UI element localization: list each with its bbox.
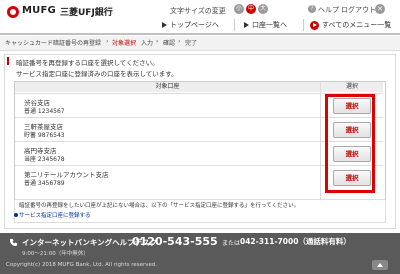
nav-divider — [234, 19, 235, 31]
phone-or-label: または — [222, 240, 241, 247]
font-size-label: 文字サイズの変更 — [170, 7, 226, 15]
breadcrumb-item: 完了 — [185, 40, 198, 47]
help-link[interactable]: ヘルプ — [318, 5, 339, 15]
nav-all-menu[interactable]: すべてのメニュー一覧 — [310, 18, 391, 32]
arrow-right-icon — [244, 22, 249, 28]
register-service-account-link[interactable]: サービス指定口座に登録する — [19, 211, 91, 219]
bank-logo-ja: 三菱UFJ銀行 — [60, 8, 113, 18]
nav-divider — [303, 19, 304, 31]
question-icon[interactable]: ? — [308, 5, 316, 13]
breadcrumb-item: キャッシュカード暗証番号の再登録 — [5, 40, 102, 47]
breadcrumb-item: 確認 — [163, 40, 176, 47]
breadcrumb-sep: › — [156, 38, 159, 45]
link-bullet-icon — [14, 213, 18, 217]
breadcrumb-sep: › — [106, 38, 109, 45]
helpdesk-phone: 0120-543-555 — [132, 235, 218, 248]
table-header-account: 対象口座 — [15, 82, 320, 92]
nav-accounts-label: 口座一覧へ — [252, 21, 287, 29]
mufg-logo-icon — [7, 6, 19, 18]
font-size-large-button[interactable]: 大 — [258, 4, 268, 14]
menu-arrow-icon — [310, 20, 319, 30]
arrow-right-icon — [162, 22, 167, 28]
helpdesk-phone-alt: 042-311-7000（通話料有料） — [240, 237, 351, 246]
column-divider — [320, 82, 321, 207]
breadcrumb-item-active: 対象選択 — [112, 40, 137, 47]
breadcrumb-sep: › — [134, 38, 137, 45]
nav-top-page[interactable]: トップページへ — [162, 18, 219, 32]
font-size-small-button[interactable]: 小 — [234, 4, 244, 14]
font-size-medium-button[interactable]: 中 — [246, 4, 256, 14]
instruction-marker — [7, 57, 9, 65]
arrow-up-icon[interactable] — [372, 260, 388, 270]
close-icon[interactable]: ✕ — [375, 4, 385, 14]
helpdesk-hours: 9:00～21:00（年中無休） — [22, 251, 89, 257]
sub-instruction-text: サービス指定口座に登録済みの口座を表示しています。 — [16, 70, 178, 78]
row-account: 当座 2345678 — [24, 156, 65, 163]
phone-icon — [9, 238, 18, 247]
nav-accounts[interactable]: 口座一覧へ — [244, 18, 287, 32]
note-text: 暗証番号の再登録をしたい口座が上記にない場合は、以下の「サービス指定口座に登録す… — [19, 203, 300, 209]
breadcrumb-sep: › — [178, 38, 181, 45]
instruction-text: 暗証番号を再登録する口座を選択してください。 — [16, 59, 159, 67]
nav-menu-label: すべてのメニュー一覧 — [322, 21, 392, 29]
row-account: 貯蓄 9876543 — [24, 132, 65, 139]
row-account: 普通 3456789 — [24, 180, 65, 187]
select-column-highlight — [325, 94, 375, 193]
logout-button[interactable]: ログアウト — [341, 5, 376, 15]
nav-top-label: トップページへ — [170, 21, 219, 29]
bank-logo-en: MUFG — [22, 5, 56, 16]
header-divider — [0, 33, 400, 35]
row-account: 普通 1234567 — [24, 108, 65, 115]
copyright: Copyright(c) 2018 MUFG Bank, Ltd. All ri… — [6, 262, 158, 268]
table-header-select: 選択 — [321, 82, 383, 92]
breadcrumb-item: 入力 — [141, 40, 154, 47]
